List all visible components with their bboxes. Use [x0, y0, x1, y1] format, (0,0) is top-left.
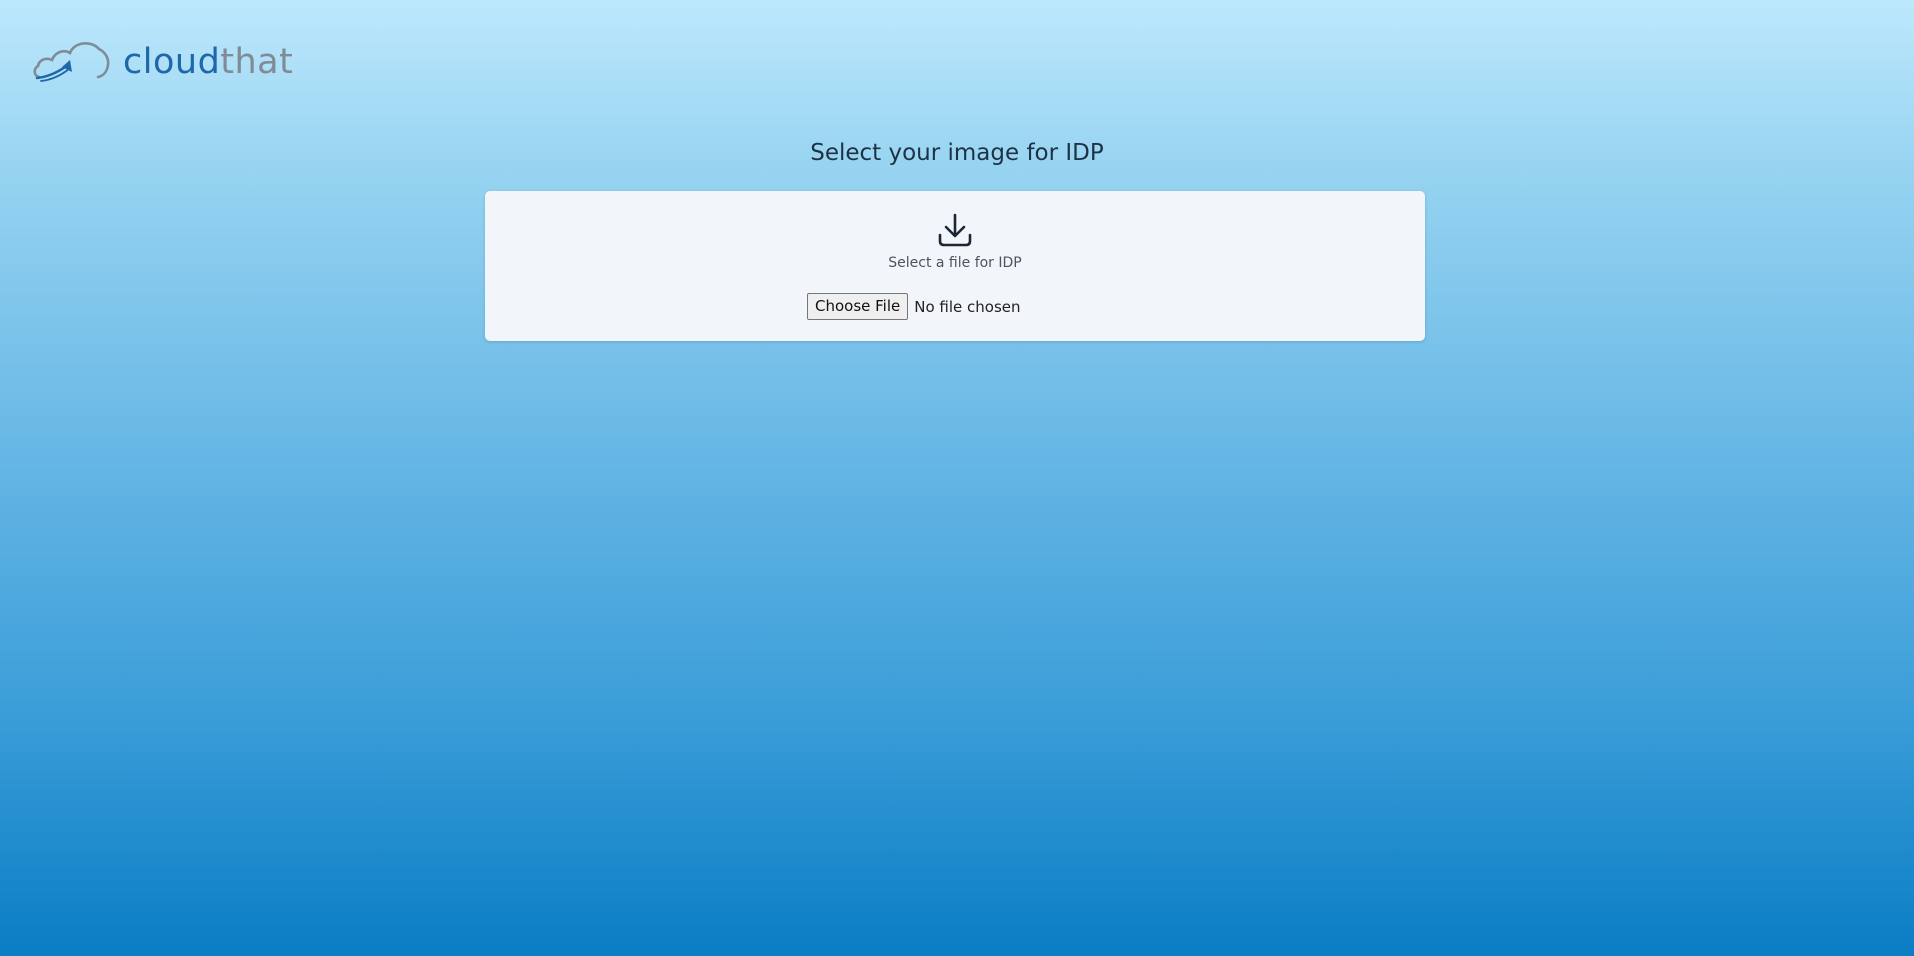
upload-dropzone[interactable]: Select a file for IDP Choose File No fil… [485, 191, 1425, 341]
file-status-text: No file chosen [914, 297, 1021, 316]
brand-wordmark: cloudthat [123, 41, 294, 82]
page-title: Select your image for IDP [810, 140, 1104, 166]
choose-file-button[interactable]: Choose File [807, 293, 909, 320]
brand-logo[interactable]: cloudthat [33, 36, 293, 86]
brand-text-that: that [220, 41, 294, 82]
download-icon [938, 213, 972, 247]
brand-text-cloud: cloud [123, 41, 221, 82]
file-input[interactable]: Choose File No file chosen [807, 293, 1021, 320]
cloud-arrow-icon [33, 42, 110, 82]
upload-caption: Select a file for IDP [888, 255, 1022, 271]
